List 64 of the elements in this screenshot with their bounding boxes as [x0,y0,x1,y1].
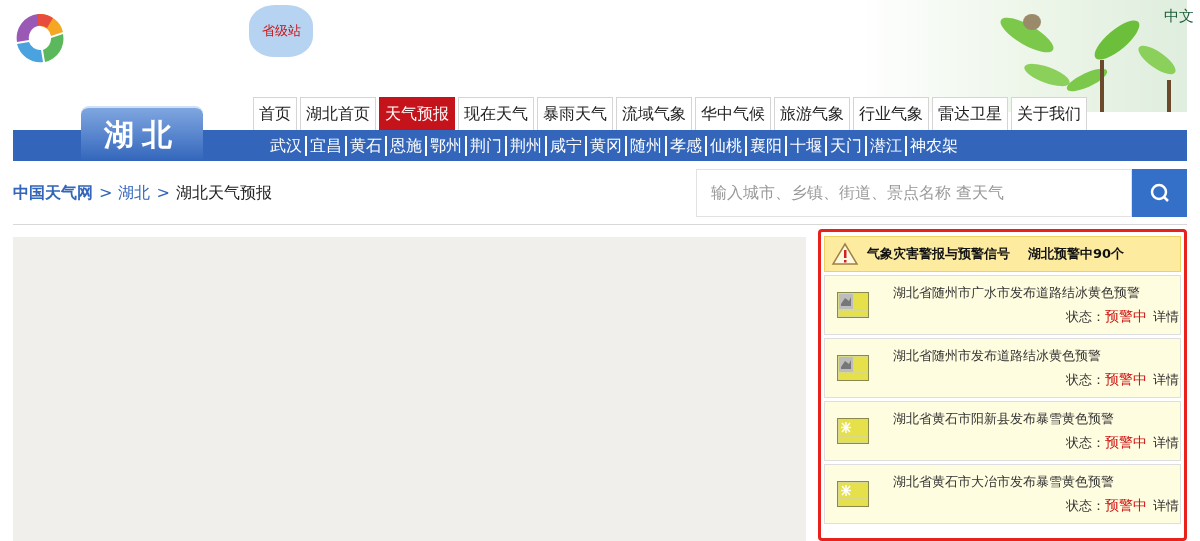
alert-status: 预警中 [1105,496,1147,516]
details-link[interactable]: 详情 [1153,307,1179,327]
city-link[interactable]: 随州 [625,135,665,156]
city-link[interactable]: 宜昌 [305,135,345,156]
nav-tab[interactable]: 旅游气象 [774,97,850,130]
search-field[interactable]: 输入城市、乡镇、街道、景点名称 查天气 [696,168,1132,217]
status-label: 状态： [1066,371,1105,389]
city-link[interactable]: 襄阳 [745,135,785,156]
nav-tab[interactable]: 流域气象 [616,97,692,130]
alert-status: 预警中 [1105,370,1147,390]
city-link[interactable]: 天门 [825,135,865,156]
nav-tab[interactable]: 天气预报 [379,97,455,130]
road-ice-sign-icon [837,355,869,381]
alerts-title: 气象灾害警报与预警信号 [867,245,1010,264]
alert-card[interactable]: 湖北省黄石市阳新县发布暴雪黄色预警 状态：预警中 详情 [824,401,1181,461]
province-station-badge[interactable]: 省级站 [249,5,313,57]
alert-text: 湖北省黄石市阳新县发布暴雪黄色预警 [893,409,1115,428]
city-link[interactable]: 荆州 [505,135,545,156]
city-link[interactable]: 神农架 [905,135,961,156]
city-link[interactable]: 十堰 [785,135,825,156]
nav-tab[interactable]: 现在天气 [458,97,534,130]
alerts-count[interactable]: 湖北预警中90个 [1028,244,1125,264]
status-label: 状态： [1066,308,1105,326]
city-link[interactable]: 武汉 [267,135,305,156]
status-label: 状态： [1066,497,1105,515]
city-link[interactable]: 黄冈 [585,135,625,156]
alert-status: 预警中 [1105,433,1147,453]
details-link[interactable]: 详情 [1153,370,1179,390]
alert-card[interactable]: 湖北省随州市广水市发布道路结冰黄色预警 状态：预警中 详情 [824,275,1181,335]
snowflake-sign-icon [837,481,869,507]
nav-tab[interactable]: 湖北首页 [300,97,376,130]
nav-tab[interactable]: 首页 [253,97,297,130]
nav-tab[interactable]: 华中气候 [695,97,771,130]
breadcrumb-separator: > [156,181,170,204]
city-link[interactable]: 鄂州 [425,135,465,156]
city-link[interactable]: 仙桃 [705,135,745,156]
city-link[interactable]: 咸宁 [545,135,585,156]
alert-card[interactable]: 湖北省黄石市大冶市发布暴雪黄色预警 状态：预警中 详情 [824,464,1181,524]
nav-tab[interactable]: 关于我们 [1011,97,1087,130]
alert-text: 湖北省黄石市大冶市发布暴雪黄色预警 [893,472,1115,491]
alert-text: 湖北省随州市发布道路结冰黄色预警 [893,346,1102,365]
nav-tab[interactable]: 行业气象 [853,97,929,130]
snowflake-sign-icon [837,418,869,444]
details-link[interactable]: 详情 [1153,433,1179,453]
alert-card[interactable]: 湖北省随州市发布道路结冰黄色预警 状态：预警中 详情 [824,338,1181,398]
status-label: 状态： [1066,434,1105,452]
city-link[interactable]: 黄石 [345,135,385,156]
alert-text: 湖北省随州市广水市发布道路结冰黄色预警 [893,283,1141,302]
road-ice-sign-icon [837,292,869,318]
search-icon [1148,181,1171,204]
details-link[interactable]: 详情 [1153,496,1179,516]
language-link[interactable]: 中文 [1164,5,1194,28]
breadcrumb-link[interactable]: 中国天气网 [13,180,93,205]
breadcrumb-link[interactable]: 湖北 [118,180,151,205]
nav-tab[interactable]: 雷达卫星 [932,97,1008,130]
city-link[interactable]: 潜江 [865,135,905,156]
city-link[interactable]: 荆门 [465,135,505,156]
search-button[interactable] [1132,168,1187,217]
city-link[interactable]: 恩施 [385,135,425,156]
nav-tab[interactable]: 暴雨天气 [537,97,613,130]
breadcrumb-separator: > [99,181,113,204]
warning-icon [831,242,859,266]
alert-status: 预警中 [1105,307,1147,327]
city-link[interactable]: 孝感 [665,135,705,156]
